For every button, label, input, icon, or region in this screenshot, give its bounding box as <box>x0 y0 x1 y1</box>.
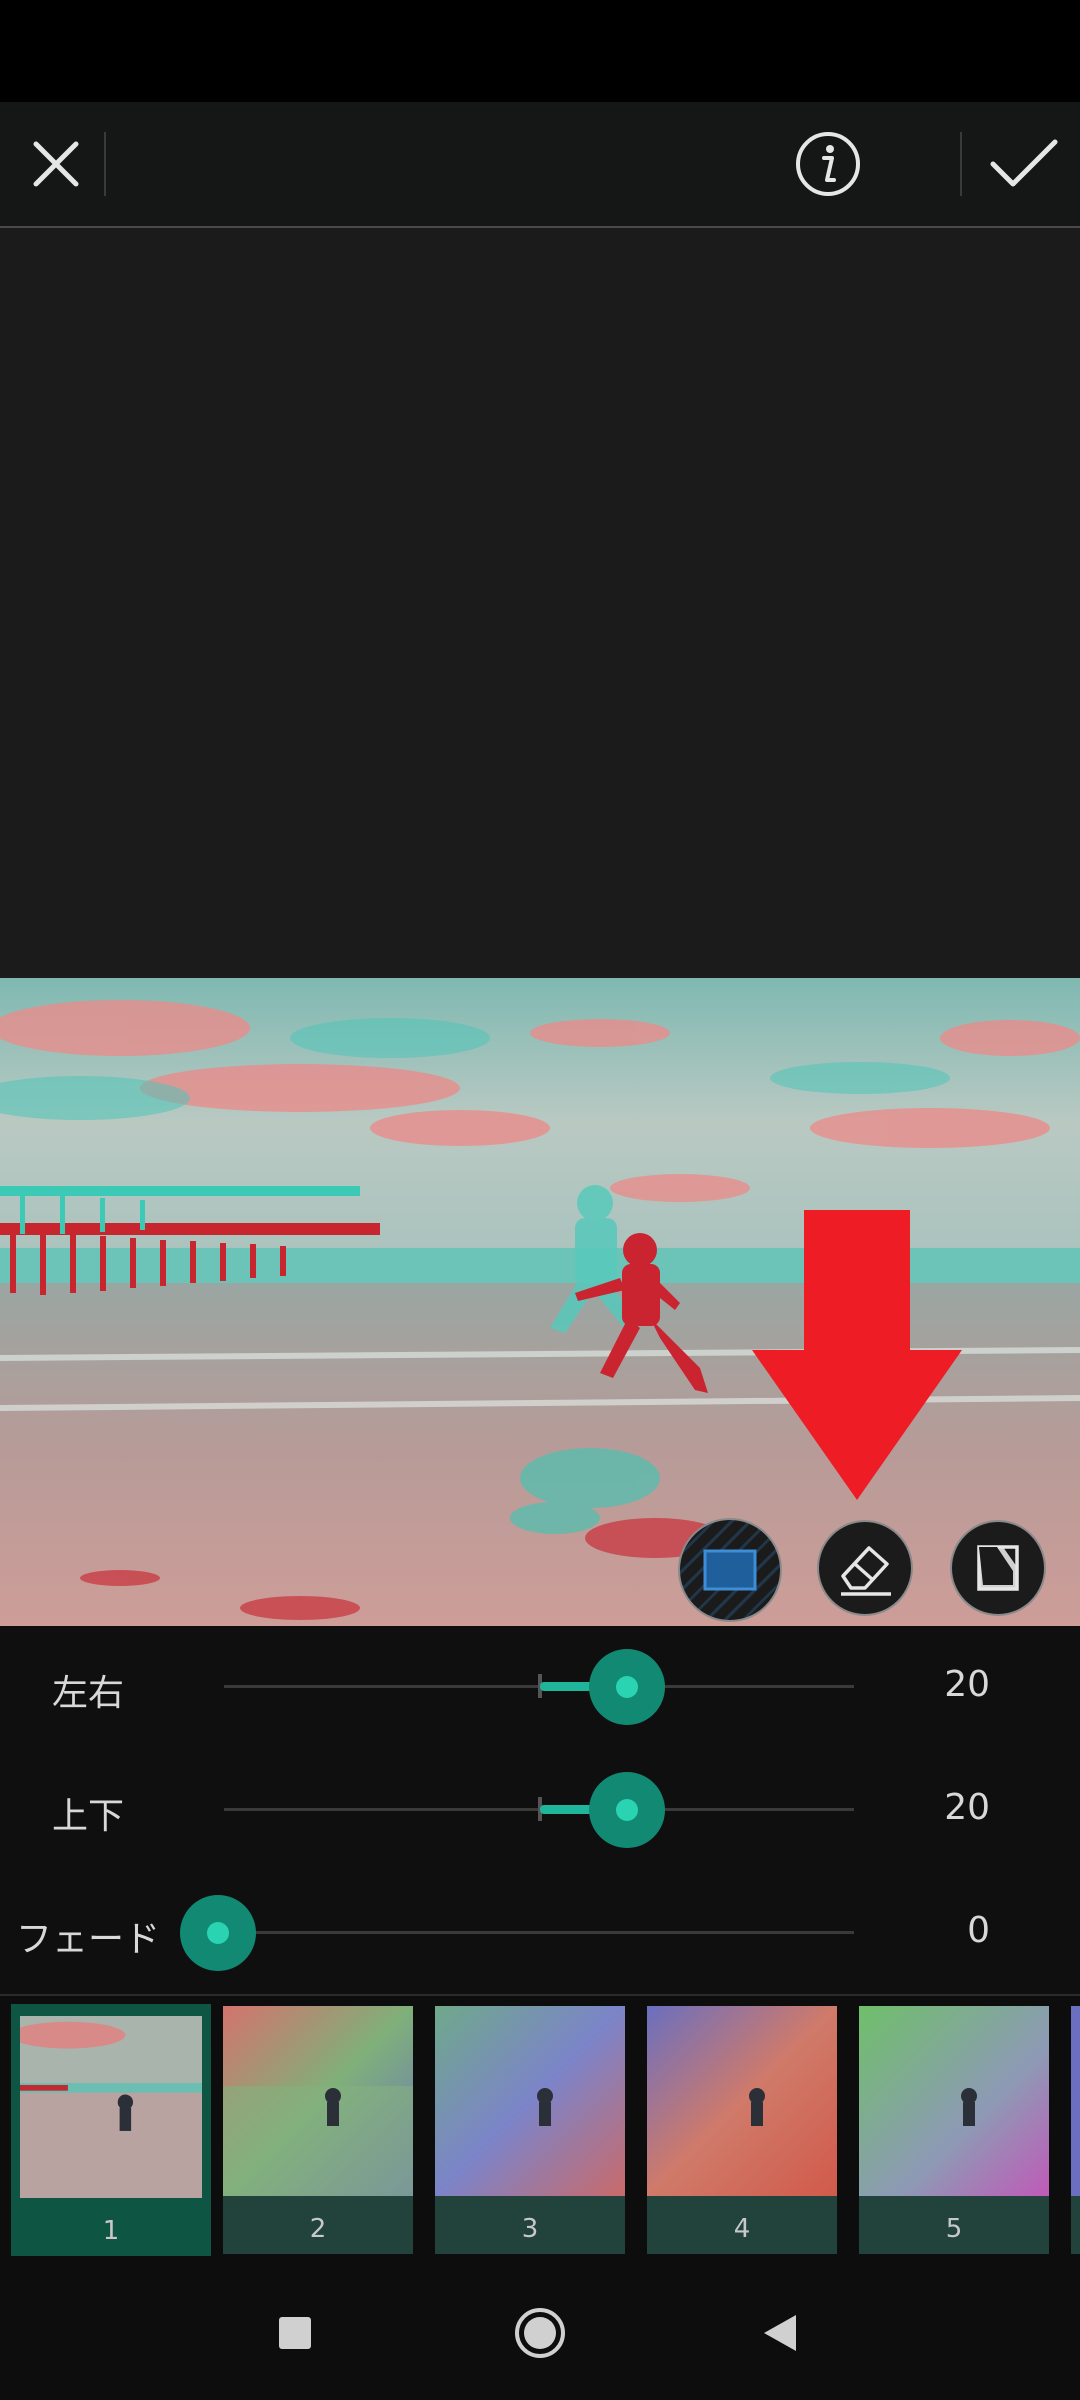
filter-label: 3 <box>521 2214 539 2244</box>
filter-label: 5 <box>945 2214 963 2244</box>
rectangle-mask-icon <box>703 1549 757 1591</box>
filter-label: 1 <box>102 2216 120 2246</box>
top-toolbar <box>0 102 1080 228</box>
slider-thumb[interactable] <box>589 1772 665 1848</box>
image-canvas <box>0 228 1080 1698</box>
slider-value: 20 <box>944 1787 990 1828</box>
close-button[interactable] <box>14 102 98 226</box>
eraser-icon <box>841 1546 891 1596</box>
back-button[interactable] <box>745 2298 815 2368</box>
filter-option-2[interactable]: 2 <box>223 2006 413 2254</box>
slider-thumb[interactable] <box>589 1649 665 1725</box>
filter-option-3[interactable]: 3 <box>435 2006 625 2254</box>
filter-strip: 1 2 3 4 5 <box>0 1994 1080 2270</box>
filter-option-4[interactable]: 4 <box>647 2006 837 2254</box>
annotation-arrow-icon <box>752 1210 962 1500</box>
info-icon <box>796 132 860 196</box>
rectangle-mask-button[interactable] <box>678 1518 782 1622</box>
invert-mask-button[interactable] <box>950 1520 1046 1616</box>
vertical-offset-slider: 上下 20 <box>0 1769 1080 1849</box>
filter-thumbnail <box>647 2006 837 2196</box>
filter-thumbnail <box>20 2016 202 2198</box>
close-icon <box>33 141 79 187</box>
square-icon <box>279 2317 311 2349</box>
slider-track[interactable] <box>218 1931 854 1934</box>
slider-value: 0 <box>967 1910 990 1951</box>
filter-thumbnail <box>435 2006 625 2196</box>
circle-icon <box>515 2308 565 2358</box>
filter-label: 4 <box>733 2214 751 2244</box>
invert-mask-icon <box>977 1545 1019 1591</box>
recents-button[interactable] <box>260 2298 330 2368</box>
filter-thumbnail <box>859 2006 1049 2196</box>
toolbar-divider <box>104 132 106 196</box>
filter-thumbnail <box>223 2006 413 2196</box>
adjustment-panel: 左右 20 上下 20 フェード 0 <box>0 1626 1080 1994</box>
slider-label: フェード <box>16 1919 161 1960</box>
filter-label: 2 <box>309 2214 327 2244</box>
slider-value: 20 <box>944 1664 990 1705</box>
toolbar-divider <box>960 132 962 196</box>
fade-slider: フェード 0 <box>0 1892 1080 1972</box>
eraser-button[interactable] <box>817 1520 913 1616</box>
info-button[interactable] <box>784 102 872 226</box>
checkmark-icon <box>990 139 1058 187</box>
slider-label: 左右 <box>52 1673 125 1714</box>
status-bar <box>0 0 1080 102</box>
slider-thumb[interactable] <box>180 1895 256 1971</box>
triangle-back-icon <box>764 2315 796 2351</box>
home-button[interactable] <box>505 2298 575 2368</box>
slider-label: 上下 <box>52 1796 125 1837</box>
horizontal-offset-slider: 左右 20 <box>0 1646 1080 1726</box>
filter-option-1[interactable]: 1 <box>11 2004 211 2256</box>
system-nav-bar <box>0 2268 1080 2400</box>
confirm-button[interactable] <box>980 102 1068 226</box>
filter-option-partial[interactable] <box>1071 2006 1080 2254</box>
filter-option-5[interactable]: 5 <box>859 2006 1049 2254</box>
